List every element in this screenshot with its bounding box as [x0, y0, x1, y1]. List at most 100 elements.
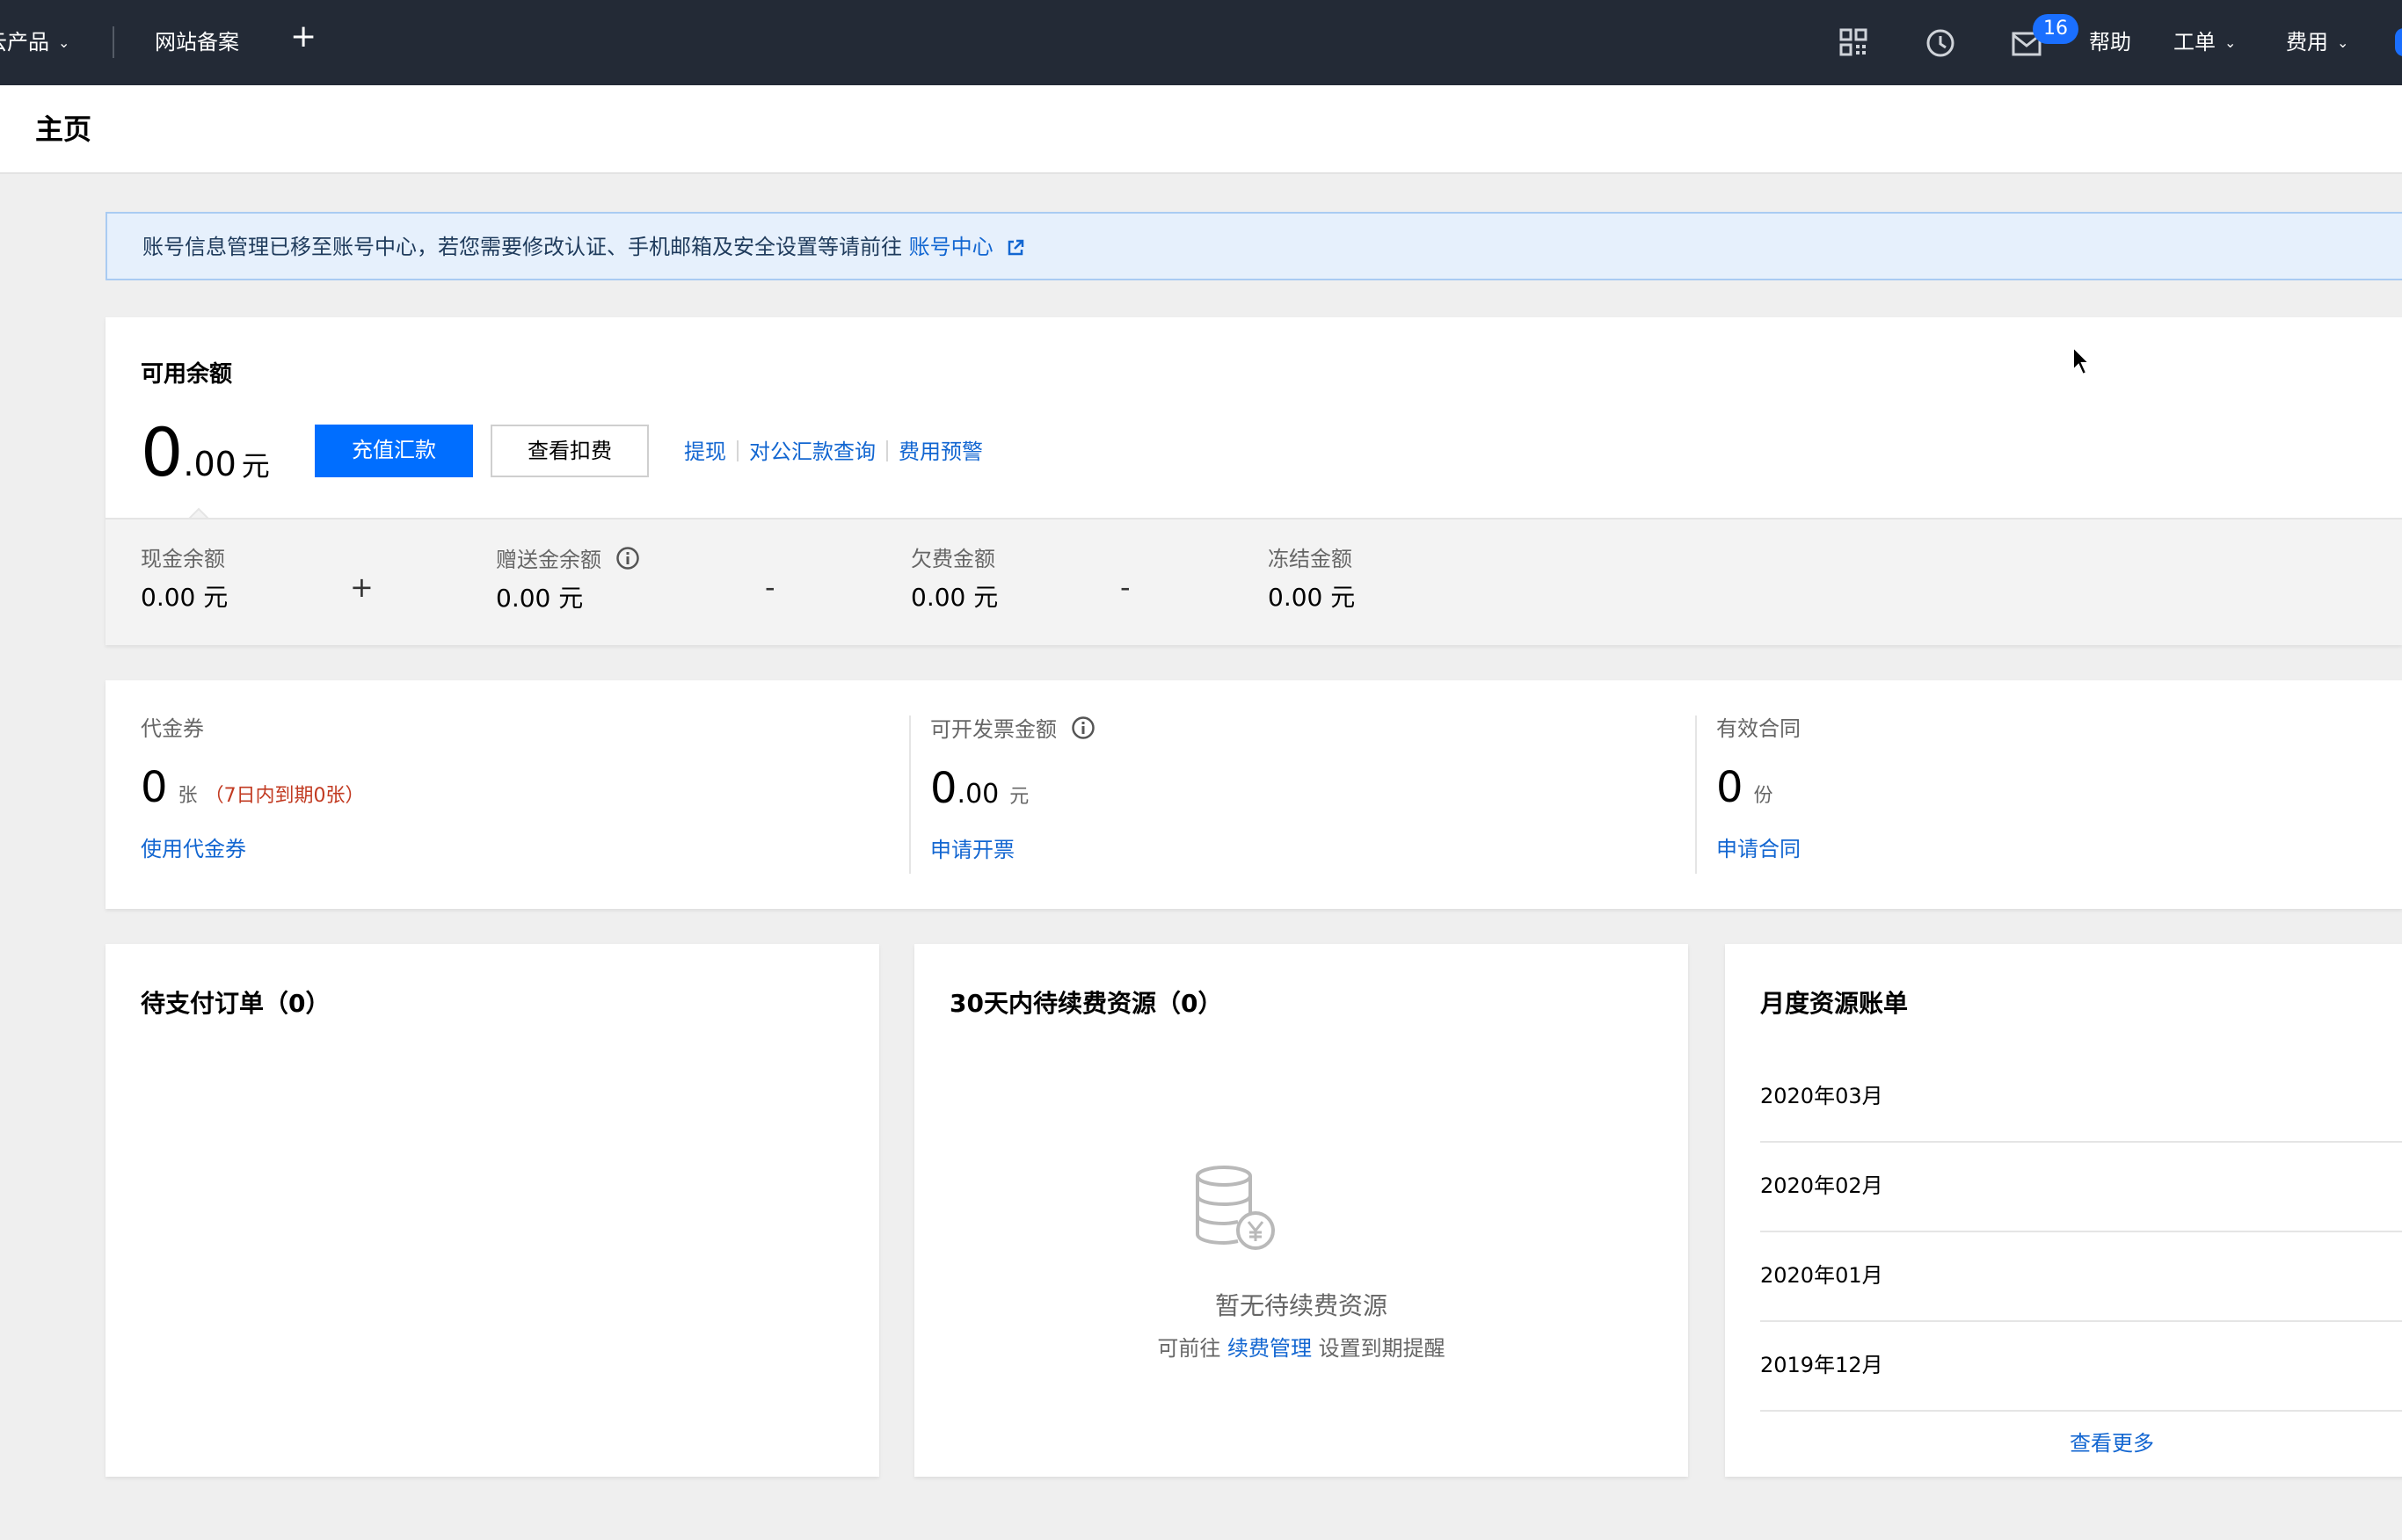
plus-operator: +: [350, 570, 374, 604]
chevron-down-icon: ⌄: [2337, 34, 2349, 51]
divider: [113, 26, 114, 58]
voucher-count: 0: [141, 763, 168, 812]
bill-row[interactable]: 2020年03月 0: [1760, 1053, 2402, 1143]
qrcode-icon[interactable]: [1839, 28, 1867, 56]
bill-month: 2020年01月: [1760, 1263, 1883, 1288]
fee-alert-link[interactable]: 费用预警: [899, 439, 983, 464]
add-shortcut-button[interactable]: +: [290, 21, 317, 53]
corporate-transfer-query-link[interactable]: 对公汇款查询: [749, 439, 876, 464]
balance-links: 提现 对公汇款查询 费用预警: [684, 439, 983, 465]
contract-label: 有效合同: [1716, 716, 1801, 741]
products-label: 云产品: [0, 30, 49, 54]
account-notice: 账号信息管理已移至账号中心，若您需要修改认证、手机邮箱及安全设置等请前往 账号中…: [106, 212, 2402, 280]
chevron-down-icon: ⌄: [58, 34, 70, 51]
voucher-value-container: 0 张 （7日内到期0张）: [141, 763, 365, 822]
balance-card: 可用余额 0.00 元 充值汇款 查看扣费 提现 对公汇款查询 费用预警 现金余额 0…: [106, 317, 2402, 645]
renewals-panel: 30天内待续费资源（0） 暂无待续费资源 可前往 续费管理 设置到期提醒: [914, 944, 1688, 1477]
minus-operator: -: [765, 570, 775, 604]
fee-menu[interactable]: 费用 ⌄: [2286, 30, 2348, 57]
invoice-integer: 0: [930, 764, 957, 813]
use-voucher-link[interactable]: 使用代金券: [141, 836, 365, 862]
frozen-label: 冻结金额: [1268, 547, 1352, 571]
page-title: 主页: [35, 113, 92, 146]
gift-balance-label-container: 赠送金余额: [496, 546, 640, 573]
minus-operator: -: [1120, 570, 1131, 604]
contract-stat: 有效合同 0份 申请合同: [1716, 716, 1801, 862]
ticket-menu[interactable]: 工单 ⌄: [2173, 30, 2236, 57]
invoice-value-container: 0.00 元: [930, 764, 1095, 823]
pending-orders-panel: 待支付订单（0）: [106, 944, 879, 1477]
bill-row[interactable]: 2019年12月 0: [1760, 1322, 2402, 1412]
renewal-management-link[interactable]: 续费管理: [1227, 1336, 1312, 1361]
notice-text-container: 账号信息管理已移至账号中心，若您需要修改认证、手机邮箱及安全设置等请前往 账号中…: [142, 233, 1024, 261]
divider: [886, 440, 888, 461]
bill-row[interactable]: 2020年02月 104: [1760, 1143, 2402, 1232]
arrears-label: 欠费金额: [911, 547, 995, 571]
view-more-link[interactable]: 查看更多: [1725, 1426, 2402, 1456]
frozen-value: 0.00 元: [1268, 583, 1356, 612]
balance-details: 现金余额 0.00 元 + 赠送金余额 0.00 元 - 欠费金额 0.00 元…: [106, 518, 2402, 645]
invoice-label: 可开发票金额: [930, 717, 1057, 742]
monthly-bills-panel: 月度资源账单 2020年03月 0 2020年02月 104 2020年01月 …: [1725, 944, 2402, 1477]
mouse-cursor-icon: [2072, 345, 2092, 376]
help-link[interactable]: 帮助: [2089, 30, 2131, 54]
cash-balance: 现金余额 0.00 元: [141, 546, 228, 613]
page-header: 主页: [0, 85, 2402, 174]
info-icon[interactable]: [615, 546, 640, 570]
invoice-stat: 可开发票金额 0.00 元 申请开票: [930, 716, 1095, 863]
bill-month: 2020年03月: [1760, 1084, 1883, 1108]
empty-prefix: 可前往: [1157, 1336, 1227, 1361]
products-menu[interactable]: 云产品 ⌄: [0, 30, 69, 57]
arrears-amount: 欠费金额 0.00 元: [911, 546, 998, 613]
coin-stack-empty-icon: [1196, 1166, 1275, 1250]
top-navigation-bar: 云产品 ⌄ 网站备案 + 16 帮助 工单 ⌄ 费用 ⌄: [0, 0, 2402, 85]
invoice-decimal: .00: [957, 779, 1000, 810]
divider: [737, 440, 739, 461]
contract-value-container: 0份: [1716, 763, 1801, 822]
notice-text: 账号信息管理已移至账号中心，若您需要修改认证、手机邮箱及安全设置等请前往: [142, 235, 909, 259]
voucher-stat: 代金券 0 张 （7日内到期0张） 使用代金券: [141, 716, 365, 862]
invoice-unit: 元: [1009, 786, 1030, 808]
voucher-expiry-warning: （7日内到期0张）: [204, 785, 365, 807]
empty-renewals-title: 暂无待续费资源: [1214, 1291, 1387, 1320]
view-deduction-button[interactable]: 查看扣费: [491, 425, 649, 477]
info-icon[interactable]: [1071, 716, 1095, 740]
bill-row[interactable]: 2020年01月 104: [1760, 1232, 2402, 1322]
gift-balance-label: 赠送金余额: [496, 548, 601, 572]
divider: [909, 716, 911, 874]
beian-link[interactable]: 网站备案: [155, 30, 239, 54]
recharge-button[interactable]: 充值汇款: [315, 425, 473, 477]
stats-card: 代金券 0 张（7日内到期0张） 使用代金券 可开发票金额 0.00 元 申请开票 …: [106, 680, 2402, 909]
account-center-link[interactable]: 账号中心: [909, 235, 994, 259]
contract-count: 0: [1716, 763, 1743, 812]
chevron-down-icon: ⌄: [2224, 34, 2237, 51]
voucher-unit: 张: [178, 785, 198, 807]
ticket-label: 工单: [2173, 30, 2216, 54]
gift-balance-value: 0.00 元: [496, 584, 584, 613]
external-link-icon[interactable]: [1007, 239, 1024, 257]
contract-unit: 份: [1753, 785, 1773, 807]
avatar[interactable]: [2395, 28, 2402, 56]
monthly-bills-title: 月度资源账单: [1760, 989, 1909, 1018]
balance-decimal: .00: [183, 445, 237, 483]
divider: [1695, 716, 1697, 874]
balance-unit: 元: [241, 449, 270, 483]
mail-count-badge: 16: [2033, 14, 2078, 44]
balance-integer: 0: [141, 413, 184, 491]
renewals-title: 30天内待续费资源（0）: [950, 989, 1223, 1018]
balance-title: 可用余额: [141, 361, 233, 388]
voucher-label: 代金券: [141, 716, 204, 741]
apply-invoice-link[interactable]: 申请开票: [930, 837, 1095, 863]
pending-orders-title: 待支付订单（0）: [141, 989, 331, 1018]
frozen-amount: 冻结金额 0.00 元: [1268, 546, 1355, 613]
clock-icon[interactable]: [1925, 28, 1955, 58]
balance-amount: 0.00 元: [141, 418, 270, 488]
fee-label: 费用: [2286, 30, 2328, 54]
invoice-label-container: 可开发票金额: [930, 716, 1095, 743]
apply-contract-link[interactable]: 申请合同: [1716, 836, 1801, 862]
gift-balance: 赠送金余额 0.00 元: [496, 546, 640, 614]
cash-balance-value: 0.00 元: [141, 583, 229, 612]
arrears-value: 0.00 元: [911, 583, 999, 612]
withdraw-link[interactable]: 提现: [684, 439, 726, 464]
bill-month: 2019年12月: [1760, 1353, 1883, 1377]
